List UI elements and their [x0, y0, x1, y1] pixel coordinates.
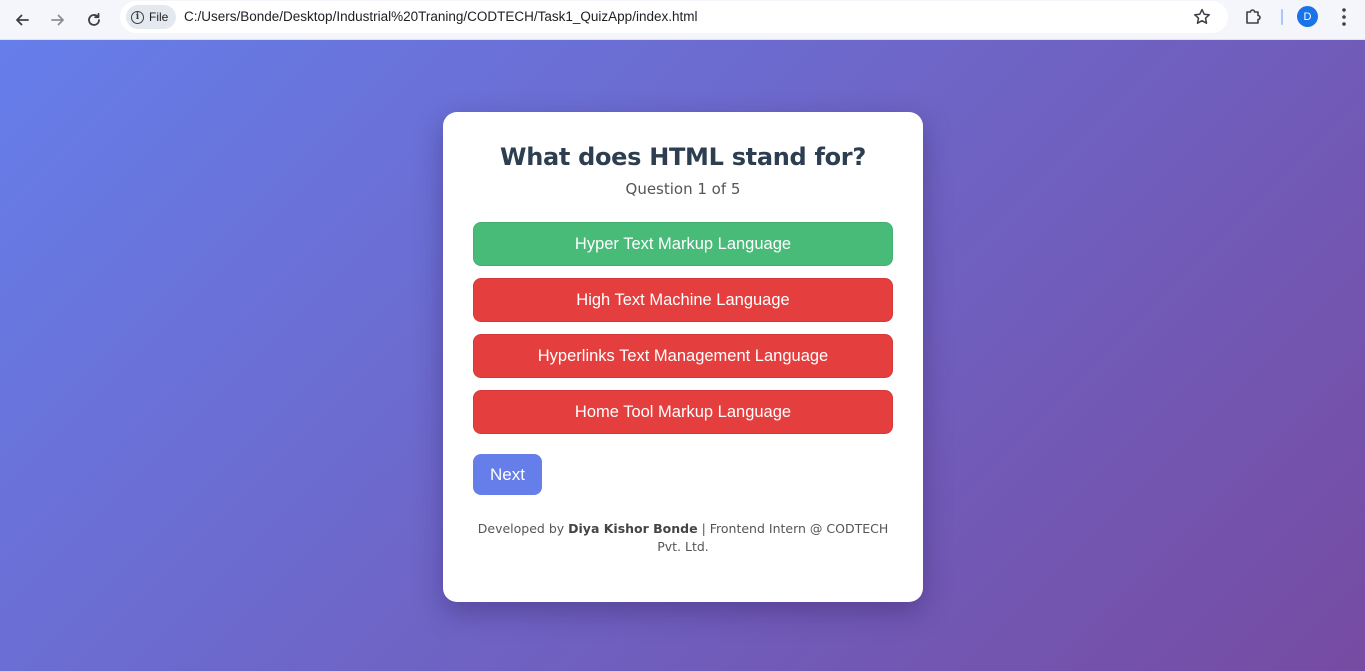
page-viewport: What does HTML stand for? Question 1 of …	[0, 40, 1365, 671]
profile-avatar[interactable]: D	[1297, 6, 1318, 27]
more-menu-icon[interactable]	[1334, 6, 1354, 28]
site-info-label: File	[149, 10, 169, 24]
arrow-left-icon	[16, 14, 29, 26]
site-info-chip[interactable]: i File	[126, 5, 176, 29]
next-button[interactable]: Next	[473, 454, 542, 495]
reload-button[interactable]	[80, 6, 108, 34]
footer-credit: Developed by Diya Kishor Bonde | Fronten…	[473, 520, 893, 556]
question-title: What does HTML stand for?	[500, 143, 866, 171]
answer-options: Hyper Text Markup Language High Text Mac…	[473, 222, 893, 446]
answer-option[interactable]: Hyper Text Markup Language	[473, 222, 893, 266]
footer-prefix: Developed by	[477, 521, 569, 536]
answer-option[interactable]: Home Tool Markup Language	[473, 390, 893, 434]
bookmark-star-icon[interactable]	[1192, 7, 1212, 27]
footer-author: Diya Kishor Bonde	[568, 521, 698, 536]
toolbar-divider	[1281, 9, 1283, 25]
question-progress: Question 1 of 5	[625, 180, 741, 198]
back-button[interactable]	[8, 6, 36, 34]
answer-option[interactable]: High Text Machine Language	[473, 278, 893, 322]
browser-toolbar: i File C:/Users/Bonde/Desktop/Industrial…	[0, 0, 1365, 40]
extensions-puzzle-icon[interactable]	[1243, 5, 1265, 27]
url-text[interactable]: C:/Users/Bonde/Desktop/Industrial%20Tran…	[184, 9, 697, 24]
quiz-card: What does HTML stand for? Question 1 of …	[443, 112, 923, 602]
forward-button[interactable]	[44, 6, 72, 34]
arrow-right-icon	[51, 14, 64, 26]
answer-option[interactable]: Hyperlinks Text Management Language	[473, 334, 893, 378]
info-icon: i	[131, 10, 144, 24]
reload-icon	[88, 12, 100, 26]
address-bar[interactable]: i File C:/Users/Bonde/Desktop/Industrial…	[120, 1, 1228, 33]
